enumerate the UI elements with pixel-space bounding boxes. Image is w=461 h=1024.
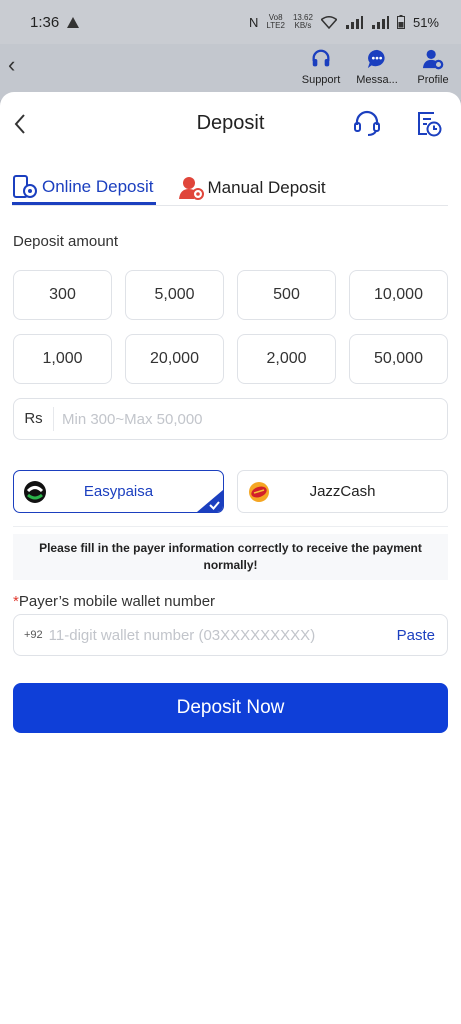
method-easypaisa[interactable]: Easypaisa [13, 470, 224, 513]
page-title: Deposit [196, 112, 265, 134]
customer-support-icon[interactable] [352, 108, 382, 138]
amount-option[interactable]: 2,000 [237, 334, 336, 384]
jazzcash-logo-icon [249, 482, 269, 502]
user-settings-icon [422, 49, 444, 70]
method-jazzcash[interactable]: JazzCash [237, 470, 448, 513]
wallet-number-label-text: Payer’s mobile wallet number [18, 593, 216, 610]
amount-option[interactable]: 20,000 [125, 334, 224, 384]
wifi-icon [320, 15, 337, 29]
paste-button[interactable]: Paste [397, 627, 435, 644]
deposit-records-icon[interactable] [414, 108, 444, 138]
warning-icon [67, 16, 80, 28]
deposit-amount-label: Deposit amount [13, 233, 119, 250]
volte-indicator: Vo8 LTE2 [266, 13, 285, 30]
amount-option[interactable]: 500 [237, 270, 336, 320]
nav-messages-label: Messa... [356, 74, 398, 86]
back-icon[interactable]: ‹ [8, 52, 15, 78]
divider [13, 526, 448, 527]
currency-prefix: Rs [14, 407, 54, 431]
amount-input[interactable] [54, 410, 447, 428]
battery-level: 51% [412, 14, 439, 30]
sheet-header: Deposit [0, 92, 461, 156]
payer-info-notice: Please fill in the payer information cor… [13, 534, 448, 580]
wallet-field: +92 Paste [13, 614, 448, 656]
nav-messages[interactable]: Messa... [349, 48, 405, 86]
checkmark-icon [197, 490, 223, 512]
wallet-number-input[interactable] [48, 626, 397, 644]
mobile-deposit-icon [13, 175, 37, 198]
payment-methods: Easypaisa JazzCash [13, 470, 448, 513]
status-bar: 1:36 N Vo8 LTE2 13.62 KB/s 51% [0, 0, 461, 44]
nav-profile[interactable]: Profile [405, 48, 461, 86]
country-code-prefix: +92 [24, 629, 43, 641]
signal-icon [371, 15, 389, 29]
wallet-number-label: *Payer’s mobile wallet number [13, 593, 215, 610]
amount-option[interactable]: 1,000 [13, 334, 112, 384]
deposit-now-button[interactable]: Deposit Now [13, 683, 448, 733]
battery-icon [396, 15, 405, 29]
nav-support-label: Support [301, 74, 341, 86]
nfc-icon: N [249, 14, 259, 30]
tab-manual-deposit[interactable]: Manual Deposit [178, 172, 326, 204]
amount-field: Rs [13, 398, 448, 440]
agent-icon [178, 177, 204, 200]
amount-option[interactable]: 50,000 [349, 334, 448, 384]
tab-manual-deposit-label: Manual Deposit [207, 178, 326, 197]
chat-bubble-icon [367, 49, 385, 69]
deposit-tabs: Online Deposit Manual Deposit [12, 172, 448, 206]
headset-icon [312, 49, 330, 67]
amount-option[interactable]: 300 [13, 270, 112, 320]
tab-online-deposit-label: Online Deposit [42, 177, 154, 196]
status-time: 1:36 [30, 13, 60, 31]
easypaisa-logo-icon [24, 481, 46, 503]
amount-option[interactable]: 10,000 [349, 270, 448, 320]
nav-support[interactable]: Support [293, 48, 349, 86]
tab-online-deposit[interactable]: Online Deposit [12, 172, 156, 205]
signal-icon [345, 15, 363, 29]
network-speed: 13.62 KB/s [292, 13, 313, 30]
amount-option[interactable]: 5,000 [125, 270, 224, 320]
nav-profile-label: Profile [417, 74, 449, 86]
deposit-sheet: Deposit Online Deposit Manual Deposit De… [0, 92, 461, 1024]
amount-options: 300 5,000 500 10,000 1,000 20,000 2,000 … [13, 270, 448, 384]
